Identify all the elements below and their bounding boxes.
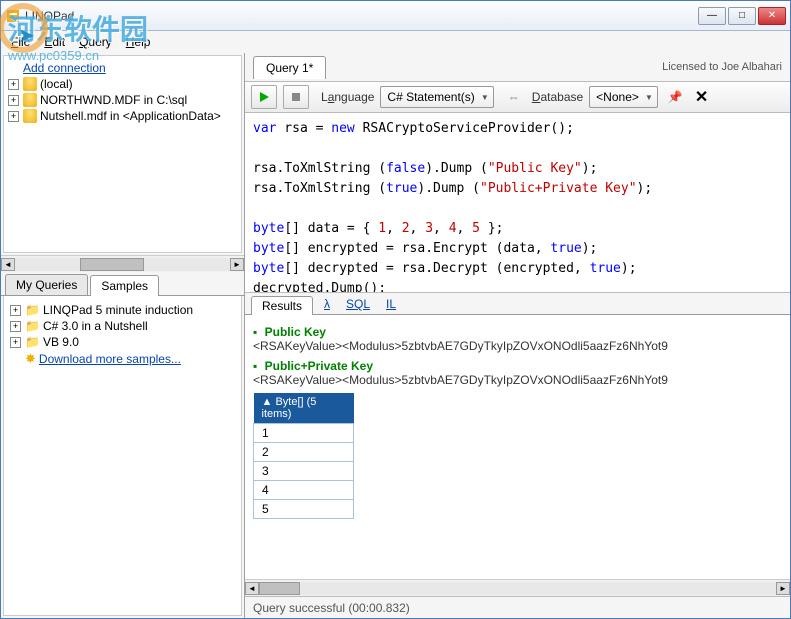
database-icon <box>23 93 37 107</box>
download-samples-link[interactable]: ✸ Download more samples... <box>10 350 235 368</box>
folder-icon: 📁 <box>25 335 40 349</box>
dump-header: ▪ Public Key <box>253 325 782 339</box>
table-row: 2 <box>254 443 354 462</box>
tab-myqueries[interactable]: My Queries <box>5 274 88 295</box>
menu-help[interactable]: Help <box>120 33 157 51</box>
lower-tabs: My Queries Samples <box>1 272 244 296</box>
expand-icon[interactable]: + <box>8 79 19 90</box>
connections-panel: Add connection + (local) + NORTHWND.MDF … <box>3 55 242 253</box>
add-connection-link[interactable]: Add connection <box>8 60 237 76</box>
status-text: Query successful (00:00.832) <box>253 601 410 615</box>
toolbar: Language C# Statement(s) ⇔ Database <Non… <box>245 81 790 113</box>
expand-icon[interactable]: + <box>10 337 21 348</box>
scroll-right-icon[interactable]: ► <box>776 582 790 595</box>
close-query-button[interactable]: ✕ <box>695 87 708 107</box>
code-editor[interactable]: var rsa = new RSACryptoServiceProvider()… <box>245 113 790 293</box>
statusbar: Query successful (00:00.832) <box>245 596 790 618</box>
run-button[interactable] <box>251 85 277 109</box>
database-combo[interactable]: <None> <box>589 86 658 108</box>
left-panel: Add connection + (local) + NORTHWND.MDF … <box>1 53 245 618</box>
scroll-left-icon[interactable]: ◄ <box>1 258 15 271</box>
tab-results[interactable]: Results <box>251 296 313 315</box>
language-combo[interactable]: C# Statement(s) <box>380 86 493 108</box>
table-row: 4 <box>254 481 354 500</box>
titlebar: LINQPad — □ ✕ <box>1 1 790 31</box>
folder-icon: 📁 <box>25 319 40 333</box>
link-icon: ⇔ <box>508 90 520 104</box>
sample-item[interactable]: + 📁 VB 9.0 <box>10 334 235 350</box>
pin-icon[interactable]: 📌 <box>668 90 683 104</box>
license-text: Licensed to Joe Albahari <box>662 61 782 73</box>
menu-query[interactable]: Query <box>73 33 118 51</box>
sample-item[interactable]: + 📁 C# 3.0 in a Nutshell <box>10 318 235 334</box>
menu-file[interactable]: File <box>5 33 36 51</box>
byte-table: ▲ Byte[] (5 items) 1 2 3 4 5 <box>253 393 354 519</box>
connection-item[interactable]: + Nutshell.mdf in <ApplicationData> <box>8 108 237 124</box>
tab-sql[interactable]: SQL <box>338 295 378 314</box>
dump-xml: <RSAKeyValue><Modulus>5zbtvbAE7GDyTkyIpZ… <box>253 373 782 387</box>
query-tab[interactable]: Query 1* <box>253 56 326 79</box>
expand-icon[interactable]: + <box>10 305 21 316</box>
hscrollbar[interactable]: ◄ ► <box>1 255 244 272</box>
results-hscrollbar[interactable]: ◄ ► <box>245 579 790 596</box>
table-row: 3 <box>254 462 354 481</box>
language-label: Language <box>321 90 374 104</box>
result-tabs: Results λ SQL IL <box>245 293 790 315</box>
menu-edit[interactable]: Edit <box>38 33 71 51</box>
menubar: File Edit Query Help <box>1 31 790 53</box>
expand-icon[interactable]: + <box>10 321 21 332</box>
expand-icon[interactable]: + <box>8 111 19 122</box>
maximize-button[interactable]: □ <box>728 7 756 25</box>
star-icon: ✸ <box>25 351 36 367</box>
right-panel: Query 1* Licensed to Joe Albahari Langua… <box>245 53 790 618</box>
expand-icon[interactable]: + <box>8 95 19 106</box>
database-label: Database <box>532 90 583 104</box>
app-icon <box>5 8 21 24</box>
sample-item[interactable]: + 📁 LINQPad 5 minute induction <box>10 302 235 318</box>
folder-icon: 📁 <box>25 303 40 317</box>
table-row: 1 <box>254 424 354 443</box>
database-icon <box>23 77 37 91</box>
scroll-left-icon[interactable]: ◄ <box>245 582 259 595</box>
window-title: LINQPad <box>25 9 74 23</box>
results-panel: ▪ Public Key <RSAKeyValue><Modulus>5zbtv… <box>245 315 790 579</box>
table-header[interactable]: ▲ Byte[] (5 items) <box>254 393 354 424</box>
scroll-right-icon[interactable]: ► <box>230 258 244 271</box>
tab-lambda[interactable]: λ <box>316 295 338 314</box>
connection-item[interactable]: + (local) <box>8 76 237 92</box>
connection-item[interactable]: + NORTHWND.MDF in C:\sql <box>8 92 237 108</box>
tab-samples[interactable]: Samples <box>90 275 159 296</box>
dump-xml: <RSAKeyValue><Modulus>5zbtvbAE7GDyTkyIpZ… <box>253 339 782 353</box>
minimize-button[interactable]: — <box>698 7 726 25</box>
table-row: 5 <box>254 500 354 519</box>
tab-il[interactable]: IL <box>378 295 404 314</box>
stop-button[interactable] <box>283 85 309 109</box>
close-button[interactable]: ✕ <box>758 7 786 25</box>
database-icon <box>23 109 37 123</box>
dump-header: ▪ Public+Private Key <box>253 359 782 373</box>
samples-panel: + 📁 LINQPad 5 minute induction + 📁 C# 3.… <box>3 296 242 616</box>
